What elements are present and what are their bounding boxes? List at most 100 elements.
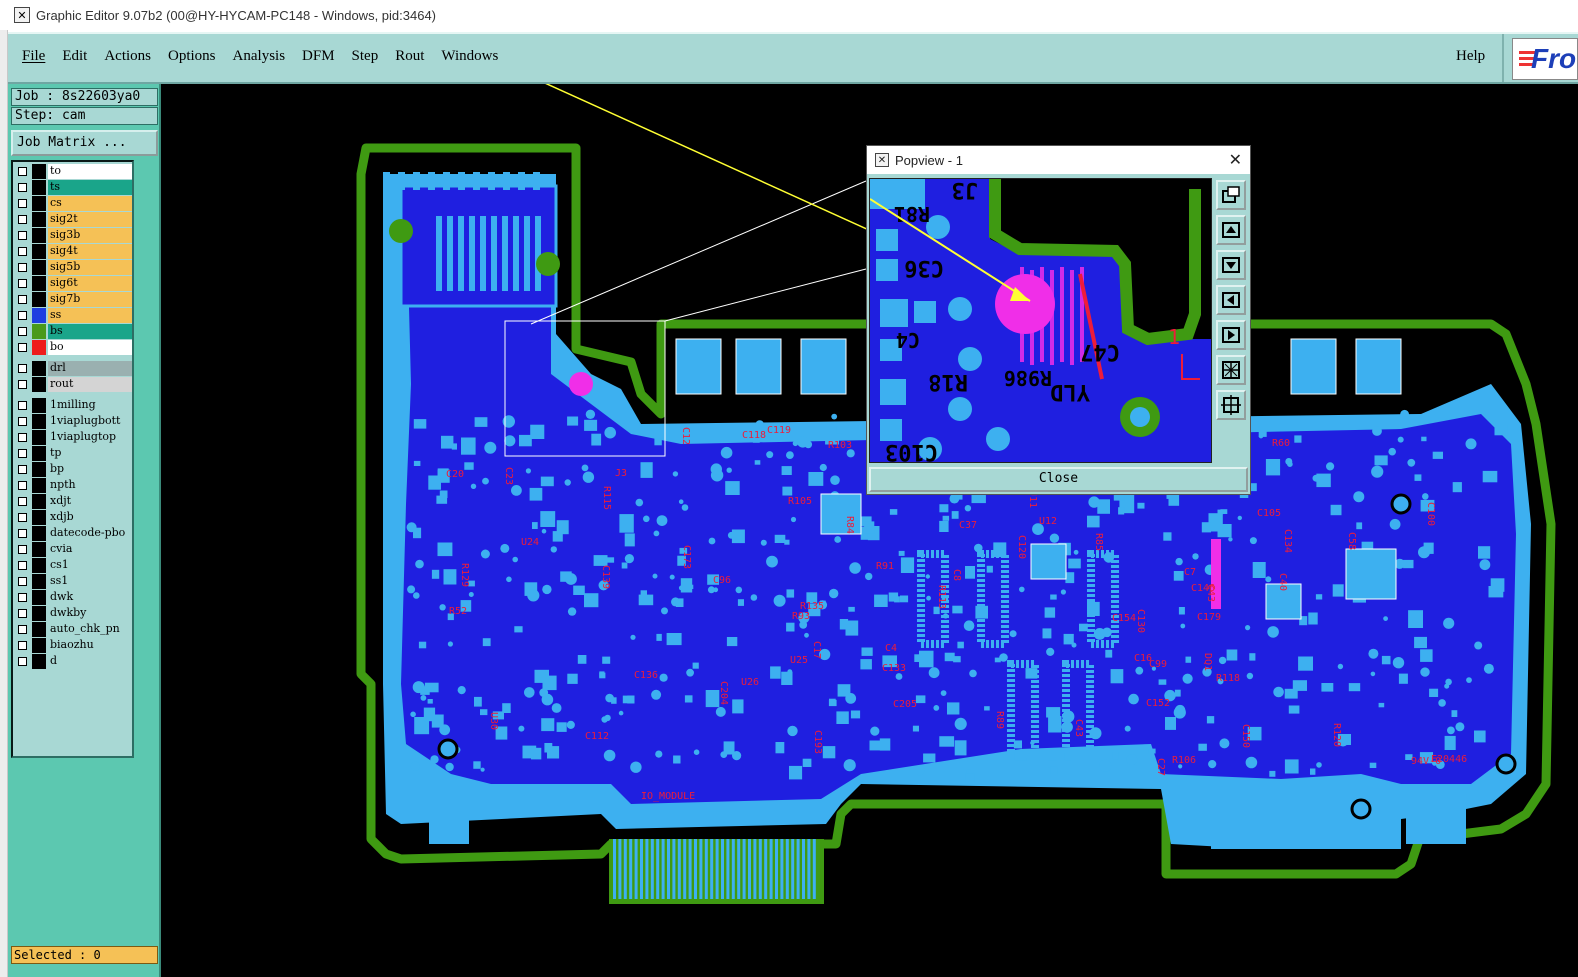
menu-options[interactable]: Options (168, 48, 216, 65)
via (484, 441, 497, 454)
edge-finger (780, 839, 784, 899)
menu-help[interactable]: Help (1456, 48, 1485, 65)
popview-close-icon[interactable]: ✕ (1229, 150, 1242, 169)
zoom-window-icon[interactable] (1216, 180, 1246, 210)
menu-file[interactable]: File (22, 48, 45, 65)
layer-row-tp[interactable]: tp (15, 446, 132, 461)
layer-checkbox[interactable] (18, 231, 27, 240)
smd-pad (1042, 628, 1052, 639)
layer-checkbox[interactable] (18, 529, 27, 538)
pan-left-icon[interactable] (1216, 285, 1246, 315)
layer-checkbox[interactable] (18, 449, 27, 458)
layer-row-rout[interactable]: rout (15, 377, 132, 392)
via (412, 681, 425, 694)
via (506, 576, 512, 583)
layer-checkbox[interactable] (18, 343, 27, 352)
layer-checkbox[interactable] (18, 641, 27, 650)
layer-row-cs[interactable]: cs (15, 196, 132, 211)
layer-row-datecode-pbo[interactable]: datecode-pbo (15, 526, 132, 541)
layer-checkbox[interactable] (18, 295, 27, 304)
menu-dfm[interactable]: DFM (302, 48, 335, 65)
menu-analysis[interactable]: Analysis (233, 48, 286, 65)
smd-pad (567, 673, 578, 684)
layer-checkbox[interactable] (18, 657, 27, 666)
layer-checkbox[interactable] (18, 401, 27, 410)
popview-canvas[interactable]: 1 J3 R81 C36 C4 R18 C103 R986 C47 YLD (869, 178, 1212, 463)
layer-row-sig6t[interactable]: sig6t (15, 276, 132, 291)
layer-checkbox[interactable] (18, 465, 27, 474)
via (1466, 677, 1472, 683)
layer-checkbox[interactable] (18, 199, 27, 208)
layer-checkbox[interactable] (18, 625, 27, 634)
layer-checkbox[interactable] (18, 311, 27, 320)
smd-pad (532, 522, 538, 529)
layer-checkbox[interactable] (18, 481, 27, 490)
layer-row-1milling[interactable]: 1milling (15, 398, 132, 413)
layer-checkbox[interactable] (18, 327, 27, 336)
via (829, 588, 839, 599)
layer-row-npth[interactable]: npth (15, 478, 132, 493)
pan-down-icon[interactable] (1216, 250, 1246, 280)
menu-step[interactable]: Step (352, 48, 379, 65)
layer-row-bp[interactable]: bp (15, 462, 132, 477)
layer-row-d[interactable]: d (15, 654, 132, 669)
layer-row-biaozhu[interactable]: biaozhu (15, 638, 132, 653)
silkscreen-label: C27 (1155, 758, 1166, 776)
menu-actions[interactable]: Actions (104, 48, 151, 65)
zoom-home-icon[interactable] (1216, 390, 1246, 420)
job-matrix-button[interactable]: Job Matrix ... (11, 130, 158, 156)
layer-row-ts[interactable]: ts (15, 180, 132, 195)
zoom-guide-line (530, 180, 867, 325)
layer-row-cs1[interactable]: cs1 (15, 558, 132, 573)
layer-row-sig3b[interactable]: sig3b (15, 228, 132, 243)
popview-zoom-view[interactable]: 1 J3 R81 C36 C4 R18 C103 R986 C47 YLD (870, 179, 1212, 463)
layer-name: sig5b (48, 260, 132, 275)
layer-checkbox[interactable] (18, 609, 27, 618)
layer-checkbox[interactable] (18, 577, 27, 586)
layer-row-cvia[interactable]: cvia (15, 542, 132, 557)
layer-checkbox[interactable] (18, 417, 27, 426)
layer-checkbox[interactable] (18, 215, 27, 224)
layer-checkbox[interactable] (18, 247, 27, 256)
layer-row-sig5b[interactable]: sig5b (15, 260, 132, 275)
menu-rout[interactable]: Rout (395, 48, 424, 65)
layer-row-ss1[interactable]: ss1 (15, 574, 132, 589)
layer-row-1viaplugbott[interactable]: 1viaplugbott (15, 414, 132, 429)
layer-checkbox[interactable] (18, 513, 27, 522)
layer-checkbox[interactable] (18, 279, 27, 288)
layer-checkbox[interactable] (18, 433, 27, 442)
popview-window[interactable]: ✕ Popview - 1 ✕ 1 J3 R81 C36 C4 R18 C103 R986 C4… (866, 145, 1251, 495)
layer-row-drl[interactable]: drl (15, 361, 132, 376)
pan-right-icon[interactable] (1216, 320, 1246, 350)
layer-row-sig2t[interactable]: sig2t (15, 212, 132, 227)
layer-row-ss[interactable]: ss (15, 308, 132, 323)
zoom-in-icon[interactable] (1216, 355, 1246, 385)
layer-row-sig7b[interactable]: sig7b (15, 292, 132, 307)
layer-checkbox[interactable] (18, 167, 27, 176)
layer-checkbox[interactable] (18, 263, 27, 272)
layer-row-1viaplugtop[interactable]: 1viaplugtop (15, 430, 132, 445)
menu-windows[interactable]: Windows (441, 48, 498, 65)
layer-checkbox[interactable] (18, 497, 27, 506)
pan-up-icon[interactable] (1216, 215, 1246, 245)
layer-row-xdjb[interactable]: xdjb (15, 510, 132, 525)
layer-checkbox[interactable] (18, 364, 27, 373)
layer-row-bo[interactable]: bo (15, 340, 132, 355)
popview-close-button[interactable]: Close (869, 467, 1248, 492)
layer-row-bs[interactable]: bs (15, 324, 132, 339)
edge-finger (613, 839, 616, 899)
layer-row-auto_chk_pn[interactable]: auto_chk_pn (15, 622, 132, 637)
smd-pad (786, 622, 795, 632)
layer-row-to[interactable]: to (15, 164, 132, 179)
layer-checkbox[interactable] (18, 561, 27, 570)
smd-pad (1165, 717, 1176, 730)
layer-row-dwkby[interactable]: dwkby (15, 606, 132, 621)
layer-row-xdjt[interactable]: xdjt (15, 494, 132, 509)
layer-checkbox[interactable] (18, 593, 27, 602)
layer-checkbox[interactable] (18, 380, 27, 389)
layer-checkbox[interactable] (18, 545, 27, 554)
layer-row-dwk[interactable]: dwk (15, 590, 132, 605)
layer-row-sig4t[interactable]: sig4t (15, 244, 132, 259)
layer-checkbox[interactable] (18, 183, 27, 192)
menu-edit[interactable]: Edit (62, 48, 87, 65)
